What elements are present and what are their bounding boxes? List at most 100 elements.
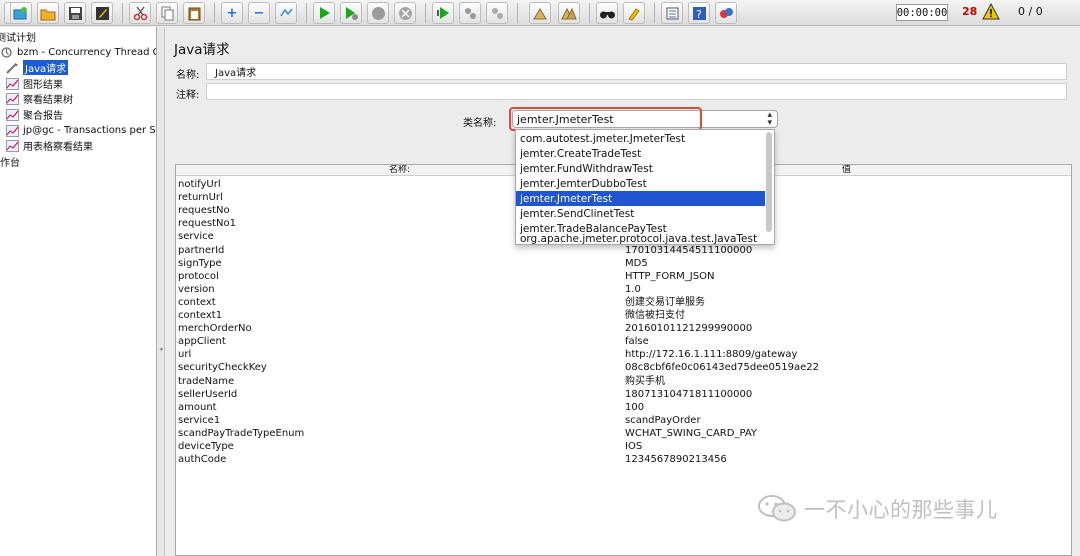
shutdown-icon[interactable] <box>394 2 416 24</box>
param-name-cell[interactable]: deviceType <box>178 440 234 453</box>
param-name-cell[interactable]: sellerUserId <box>178 388 237 401</box>
remote-shutdown-icon[interactable] <box>486 2 508 24</box>
table-row[interactable]: context1 微信被扫支付 <box>176 309 1071 322</box>
open-icon[interactable] <box>37 2 59 24</box>
param-name-cell[interactable]: signType <box>178 257 222 270</box>
table-row[interactable]: merchOrderNo 20160101121299990000 <box>176 322 1071 335</box>
param-name-cell[interactable]: tradeName <box>178 375 234 388</box>
param-value-cell[interactable]: 创建交易订单服务 <box>625 296 705 309</box>
table-row[interactable]: service1 scandPayOrder <box>176 414 1071 427</box>
copy-icon[interactable] <box>156 2 178 24</box>
param-value-cell[interactable]: 购买手机 <box>625 375 665 388</box>
remote-stop-icon[interactable] <box>459 2 481 24</box>
tree-item-aggregate-report[interactable]: 聚合报告 <box>6 107 63 122</box>
param-value-cell[interactable]: IOS <box>625 440 642 453</box>
expand-icon[interactable]: + <box>221 2 243 24</box>
param-value-cell[interactable]: 100 <box>625 401 644 414</box>
table-row[interactable]: version 1.0 <box>176 283 1071 296</box>
param-value-cell[interactable]: scandPayOrder <box>625 414 701 427</box>
param-name-cell[interactable]: amount <box>178 401 217 414</box>
param-value-cell[interactable]: false <box>625 335 649 348</box>
cut-icon[interactable] <box>129 2 151 24</box>
tree-item-test-plan[interactable]: 测试计划 <box>0 29 36 44</box>
param-value-cell[interactable]: 17010314454511100000 <box>625 244 752 257</box>
table-row[interactable]: scandPayTradeTypeEnum WCHAT_SWING_CARD_PA… <box>176 427 1071 440</box>
paste-icon[interactable] <box>183 2 205 24</box>
reset-search-icon[interactable] <box>623 2 645 24</box>
param-name-cell[interactable]: appClient <box>178 335 226 348</box>
param-name-cell[interactable]: version <box>178 283 215 296</box>
dropdown-option[interactable]: jemter.JemterDubboTest <box>516 176 765 191</box>
table-row[interactable]: protocol HTTP_FORM_JSON <box>176 270 1071 283</box>
param-name-cell[interactable]: requestNo <box>178 204 230 217</box>
param-name-cell[interactable]: partnerId <box>178 244 224 257</box>
help-icon[interactable]: ? <box>688 2 710 24</box>
table-row[interactable]: deviceType IOS <box>176 440 1071 453</box>
remote-start-icon[interactable] <box>432 2 454 24</box>
tree-item-workbench[interactable]: 工作台 <box>0 154 20 169</box>
table-row[interactable]: tradeName 购买手机 <box>176 375 1071 388</box>
clear-icon[interactable] <box>529 2 551 24</box>
param-value-cell[interactable]: http://172.16.1.111:8809/gateway <box>625 348 797 361</box>
param-name-cell[interactable]: scandPayTradeTypeEnum <box>178 427 304 440</box>
classname-dropdown[interactable]: com.autotest.jmeter.JmeterTest jemter.Cr… <box>515 129 775 245</box>
save-as-icon[interactable] <box>91 2 113 24</box>
dropdown-option-selected[interactable]: jemter.JmeterTest <box>516 191 765 206</box>
stop-icon[interactable] <box>367 2 389 24</box>
start-icon[interactable] <box>313 2 335 24</box>
param-name-cell[interactable]: securityCheckKey <box>178 361 267 374</box>
param-name-cell[interactable]: service1 <box>178 414 220 427</box>
start-no-timers-icon[interactable] <box>340 2 362 24</box>
collapse-icon[interactable]: − <box>248 2 270 24</box>
warning-icon[interactable] <box>982 3 1000 20</box>
param-value-cell[interactable]: 1234567890213456 <box>625 453 727 466</box>
param-name-cell[interactable]: authCode <box>178 453 226 466</box>
log-viewer-icon[interactable] <box>715 2 737 24</box>
param-value-cell[interactable]: HTTP_FORM_JSON <box>625 270 714 283</box>
dropdown-option[interactable]: jemter.CreateTradeTest <box>516 146 765 161</box>
test-plan-tree[interactable]: 测试计划 bzm - Concurrency Thread Group Java… <box>0 27 157 556</box>
table-row[interactable]: url http://172.16.1.111:8809/gateway <box>176 348 1071 361</box>
dropdown-option[interactable]: jemter.FundWithdrawTest <box>516 161 765 176</box>
table-row[interactable]: amount 100 <box>176 401 1071 414</box>
param-name-cell[interactable]: context <box>178 296 216 309</box>
tree-item-table-results[interactable]: 用表格察看结果 <box>6 138 93 153</box>
param-value-cell[interactable]: 18071310471811100000 <box>625 388 752 401</box>
param-value-cell[interactable]: 1.0 <box>625 283 641 296</box>
param-name-cell[interactable]: returnUrl <box>178 191 223 204</box>
table-row[interactable]: partnerId 17010314454511100000 <box>176 244 1071 257</box>
tree-item-tps-listener[interactable]: jp@gc - Transactions per Second <box>6 123 156 138</box>
param-name-cell[interactable]: service <box>178 230 214 243</box>
param-value-cell[interactable]: MD5 <box>625 257 648 270</box>
name-field[interactable]: Java请求 <box>206 63 1067 80</box>
templates-icon-visible[interactable] <box>10 2 32 24</box>
param-value-cell[interactable]: 08c8cbf6fe0c06143ed75dee0519ae22 <box>625 361 819 374</box>
param-name-cell[interactable]: requestNo1 <box>178 217 236 230</box>
param-name-cell[interactable]: url <box>178 348 191 361</box>
param-name-cell[interactable]: context1 <box>178 309 222 322</box>
table-row[interactable]: securityCheckKey 08c8cbf6fe0c06143ed75dee… <box>176 361 1071 374</box>
dropdown-option[interactable]: jemter.SendClinetTest <box>516 206 765 221</box>
toggle-icon[interactable] <box>275 2 297 24</box>
param-name-cell[interactable]: merchOrderNo <box>178 322 252 335</box>
table-row[interactable]: authCode 1234567890213456 <box>176 453 1071 466</box>
tree-item-thread-group[interactable]: bzm - Concurrency Thread Group <box>0 45 156 60</box>
table-row[interactable]: appClient false <box>176 335 1071 348</box>
table-row[interactable]: context 创建交易订单服务 <box>176 296 1071 309</box>
dropdown-scrollbar[interactable] <box>766 132 772 232</box>
param-value-cell[interactable]: WCHAT_SWING_CARD_PAY <box>625 427 757 440</box>
tree-item-results-tree[interactable]: 察看结果树 <box>6 91 73 106</box>
dropdown-option[interactable]: org.apache.jmeter.protocol.java.test.Jav… <box>516 231 772 245</box>
dropdown-option[interactable]: com.autotest.jmeter.JmeterTest <box>516 131 765 146</box>
table-row[interactable]: signType MD5 <box>176 257 1071 270</box>
save-icon[interactable] <box>64 2 86 24</box>
table-row[interactable]: sellerUserId 18071310471811100000 <box>176 388 1071 401</box>
param-name-cell[interactable]: protocol <box>178 270 219 283</box>
param-name-cell[interactable]: notifyUrl <box>178 178 221 191</box>
search-icon[interactable] <box>596 2 618 24</box>
comment-field[interactable] <box>206 83 1067 100</box>
tree-item-graph-results[interactable]: 图形结果 <box>6 76 63 91</box>
tree-item-java-request[interactable]: Java请求 <box>6 60 69 75</box>
panel-splitter[interactable]: ◂ <box>157 27 165 556</box>
clear-all-icon[interactable] <box>558 2 580 24</box>
